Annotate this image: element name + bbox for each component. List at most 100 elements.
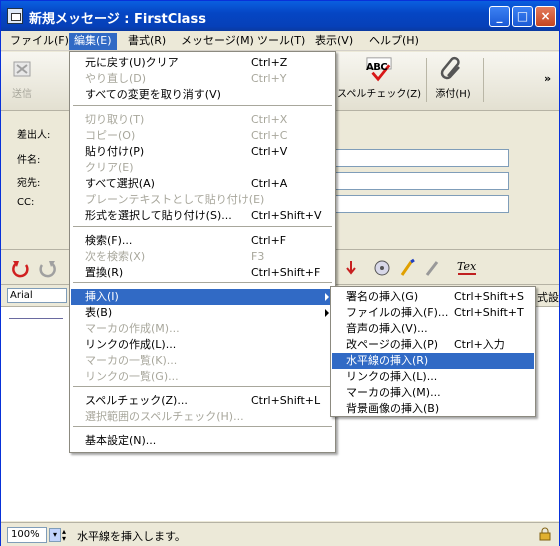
edit-menu-item[interactable]: 切り取り(T) Ctrl+X [71, 112, 334, 128]
edit-menu-item[interactable]: スペルチェック(Z)... Ctrl+Shift+L [71, 393, 334, 409]
insert-submenu: 署名の挿入(G) Ctrl+Shift+S ファイルの挿入(F)... Ctrl+Sh… [330, 286, 536, 417]
send-label: 送信 [12, 89, 32, 100]
menu-item-label: 背景画像の挿入(B) [346, 402, 440, 415]
cc-field[interactable] [331, 195, 509, 213]
abc-text: ABC [366, 62, 388, 73]
menu-item-label: スペルチェック(Z)... [85, 394, 188, 407]
edit-menu-item[interactable]: 基本設定(N)... [71, 433, 334, 449]
edit-menu-item[interactable]: 検索(F)... Ctrl+F [71, 233, 334, 249]
menu-item-label: やり直し(D) [85, 72, 147, 85]
close-button[interactable]: × [535, 6, 556, 27]
menu-item-label: マーカの一覧(K)... [85, 354, 178, 367]
edit-menu-item[interactable]: 表(B) [71, 305, 334, 321]
toolbar-separator [426, 58, 427, 102]
redo-icon[interactable] [37, 258, 57, 278]
menu-item-shortcut: Ctrl+Y [251, 72, 287, 85]
subject-field[interactable] [331, 149, 509, 167]
edit-menu-item[interactable]: クリア(E) [71, 160, 334, 176]
minimize-button[interactable]: _ [489, 6, 510, 27]
insert-menu-item[interactable]: マーカの挿入(M)... [332, 385, 534, 401]
menu-item-label: ファイルの挿入(F)... [346, 306, 449, 319]
menu-item-label: 次を検索(X) [85, 250, 146, 263]
insert-menu-item[interactable]: 改ページの挿入(P) Ctrl+入力 [332, 337, 534, 353]
insert-menu-item[interactable]: 背景画像の挿入(B) [332, 401, 534, 417]
edit-menu-item[interactable]: すべて選択(A) Ctrl+A [71, 176, 334, 192]
edit-menu-item[interactable]: やり直し(D) Ctrl+Y [71, 71, 334, 87]
send-button[interactable]: 送信 [7, 56, 37, 100]
menu-item-label: 元に戻す(U)クリア [85, 56, 179, 69]
zoom-stepper-icon[interactable]: ▴ ▾ [62, 528, 72, 543]
menu-separator [73, 105, 332, 106]
menu-item-shortcut: Ctrl+Shift+V [251, 209, 322, 222]
edit-menu-item[interactable]: 選択範囲のスペルチェック(H)... [71, 409, 334, 425]
menu-help[interactable]: ヘルプ(H) [364, 33, 424, 50]
zoom-field[interactable]: 100% [7, 527, 47, 543]
marker-icon[interactable] [399, 258, 417, 278]
submenu-arrow-icon [325, 309, 329, 317]
eraser-icon[interactable] [424, 258, 442, 278]
menu-item-label: リンクの挿入(L)... [346, 370, 438, 383]
edit-menu-item[interactable]: 置換(R) Ctrl+Shift+F [71, 265, 334, 281]
edit-menu-item[interactable]: プレーンテキストとして貼り付け(E) [71, 192, 334, 208]
ruler [9, 309, 63, 319]
menu-item-shortcut: Ctrl+Shift+S [454, 290, 524, 303]
menu-item-label: コピー(O) [85, 129, 136, 142]
insert-menu-item[interactable]: 音声の挿入(V)... [332, 321, 534, 337]
menu-item-label: クリア(E) [85, 161, 134, 174]
submenu-arrow-icon [325, 293, 329, 301]
cc-label: CC: [17, 197, 35, 208]
menu-tools[interactable]: ツール(T) [252, 33, 310, 50]
edit-menu-item[interactable]: 形式を選択して貼り付け(S)... Ctrl+Shift+V [71, 208, 334, 224]
zoom-dropdown-icon[interactable]: ▾ [49, 528, 61, 542]
menu-item-shortcut: Ctrl+Shift+T [454, 306, 524, 319]
menu-item-label: 切り取り(T) [85, 113, 145, 126]
tex-icon[interactable]: Tex [456, 258, 478, 278]
app-icon [7, 8, 23, 24]
toolbar-overflow-icon[interactable]: » [544, 72, 551, 85]
disc-icon[interactable] [373, 259, 391, 277]
menu-item-label: 署名の挿入(G) [346, 290, 419, 303]
menu-view[interactable]: 表示(V) [310, 33, 358, 50]
edit-menu-item[interactable]: 元に戻す(U)クリア Ctrl+Z [71, 55, 334, 71]
from-label: 差出人: [17, 130, 51, 141]
insert-menu-item[interactable]: ファイルの挿入(F)... Ctrl+Shift+T [332, 305, 534, 321]
menu-file[interactable]: ファイル(F) [5, 33, 74, 50]
down-arrow-icon[interactable] [344, 260, 358, 276]
menu-item-shortcut: Ctrl+C [251, 129, 288, 142]
toolbar-separator [483, 58, 484, 102]
attach-button[interactable]: 添付(H) [429, 56, 477, 100]
font-selector[interactable]: Arial [7, 288, 67, 303]
insert-menu-item[interactable]: 署名の挿入(G) Ctrl+Shift+S [332, 289, 534, 305]
to-field[interactable] [331, 172, 509, 190]
edit-menu-item[interactable]: リンクの作成(L)... [71, 337, 334, 353]
spellcheck-button[interactable]: ABC スペルチェック(Z) [337, 56, 421, 100]
menu-message[interactable]: メッセージ(M) [176, 33, 259, 50]
menu-format[interactable]: 書式(R) [123, 33, 171, 50]
menu-item-label: 水平線の挿入(R) [346, 354, 429, 367]
title-bar: 新規メッセージ : FirstClass _ □ × [1, 1, 559, 31]
maximize-button[interactable]: □ [512, 6, 533, 27]
menu-item-shortcut: Ctrl+A [251, 177, 288, 190]
menu-separator [73, 426, 332, 427]
menu-item-label: プレーンテキストとして貼り付け(E) [85, 193, 265, 206]
edit-menu-item[interactable]: コピー(O) Ctrl+C [71, 128, 334, 144]
edit-menu-item[interactable]: マーカの作成(M)... [71, 321, 334, 337]
edit-menu-item[interactable]: 貼り付け(P) Ctrl+V [71, 144, 334, 160]
edit-menu-item[interactable]: 挿入(I) [71, 289, 334, 305]
edit-menu-item[interactable]: すべての変更を取り消す(V) [71, 87, 334, 103]
menu-item-label: リンクの一覧(G)... [85, 370, 179, 383]
menu-item-shortcut: Ctrl+F [251, 234, 287, 247]
edit-menu-item[interactable]: マーカの一覧(K)... [71, 353, 334, 369]
menu-item-label: 置換(R) [85, 266, 124, 279]
menu-item-label: 表(B) [85, 306, 113, 319]
edit-menu-item[interactable]: リンクの一覧(G)... [71, 369, 334, 385]
menu-item-label: 検索(F)... [85, 234, 133, 247]
insert-menu-item[interactable]: リンクの挿入(L)... [332, 369, 534, 385]
undo-icon[interactable] [11, 258, 31, 278]
format-right-label: 式設 [537, 291, 559, 304]
menu-edit[interactable]: 編集(E) [69, 33, 117, 50]
edit-menu-item[interactable]: 次を検索(X) F3 [71, 249, 334, 265]
edit-menu: 元に戻す(U)クリア Ctrl+Z やり直し(D) Ctrl+Y すべての変更を取り消す… [69, 51, 336, 453]
attach-label: 添付(H) [435, 89, 471, 100]
insert-menu-item[interactable]: 水平線の挿入(R) [332, 353, 534, 369]
